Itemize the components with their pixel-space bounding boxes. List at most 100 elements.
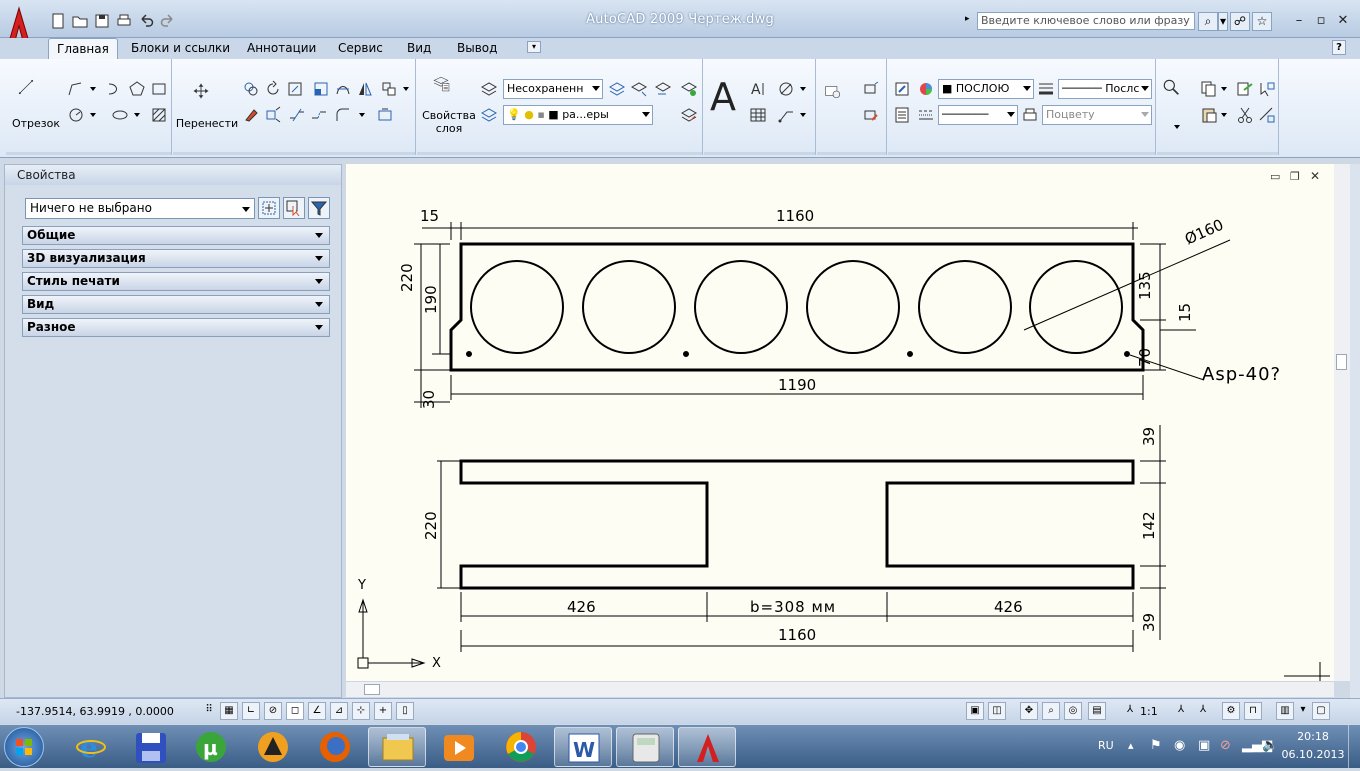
favorites-icon[interactable]: ☆ (1252, 12, 1272, 31)
array-icon[interactable] (379, 79, 399, 99)
select-objects-icon[interactable] (283, 197, 305, 219)
table-icon[interactable] (748, 105, 768, 125)
selection-combo[interactable]: Ничего не выбрано (25, 198, 255, 219)
rectangle-icon[interactable] (149, 79, 169, 99)
ribbon-minimize-icon[interactable]: ▾ (527, 41, 541, 53)
select-similar-icon[interactable] (1257, 79, 1277, 99)
ortho-icon[interactable]: ∟ (242, 702, 260, 720)
rotate-icon[interactable] (263, 79, 283, 99)
join-icon[interactable] (309, 105, 329, 125)
copy-clip-dropdown-icon[interactable] (1221, 87, 1227, 91)
clean-screen-icon[interactable]: ▢ (1312, 702, 1330, 720)
coordinates-readout[interactable]: -137.9514, 63.9919 , 0.0000 (16, 705, 174, 718)
layer-states-icon[interactable] (479, 79, 499, 99)
fillet-icon[interactable] (333, 105, 353, 125)
layer-isolate-icon[interactable] (679, 79, 699, 99)
help-icon[interactable]: ? (1332, 40, 1346, 55)
section-plot-style[interactable]: Стиль печати (22, 272, 330, 291)
stretch-icon[interactable] (311, 79, 331, 99)
section-general[interactable]: Общие (22, 226, 330, 245)
word-taskbar-icon[interactable]: W (554, 727, 612, 767)
showmotion-icon[interactable]: ▤ (1088, 702, 1106, 720)
array-dropdown-icon[interactable] (403, 87, 409, 91)
plot-style-icon[interactable] (1020, 105, 1040, 125)
language-indicator[interactable]: RU (1098, 739, 1114, 752)
vertical-scrollbar[interactable] (1334, 164, 1350, 681)
auto-scale-icon[interactable]: ⅄ (1194, 702, 1212, 720)
properties-palette-title[interactable]: Свойства (5, 165, 341, 185)
list-icon[interactable] (892, 105, 912, 125)
otrack-icon[interactable]: ∠ (308, 702, 326, 720)
measure-icon[interactable] (1257, 105, 1277, 125)
media-player-taskbar-icon[interactable] (430, 727, 488, 767)
toggle-pickadd-icon[interactable] (258, 197, 280, 219)
paste-dropdown-icon[interactable] (1221, 113, 1227, 117)
tab-view[interactable]: Вид (399, 38, 439, 59)
section-view[interactable]: Вид (22, 295, 330, 314)
single-line-text-icon[interactable]: A (748, 79, 768, 99)
horizontal-scrollbar[interactable] (346, 681, 1334, 697)
layer-previous-icon[interactable] (653, 79, 673, 99)
zoom-status-icon[interactable]: ⌕ (1042, 702, 1060, 720)
move-tool-icon[interactable] (191, 81, 221, 113)
zoom-icon[interactable] (1161, 77, 1195, 111)
layer-combo[interactable]: 💡 ● ▪ ■ ра...еры (503, 105, 653, 125)
status-menu-arrow-icon[interactable]: ▾ (1298, 702, 1308, 720)
chrome-taskbar-icon[interactable] (492, 727, 550, 767)
snap-icon[interactable]: ⠿ (200, 702, 218, 720)
dimension-icon[interactable] (776, 79, 796, 99)
aimp-taskbar-icon[interactable] (244, 727, 302, 767)
match-properties-icon[interactable] (892, 79, 912, 99)
layout-icon[interactable]: ◫ (988, 702, 1006, 720)
show-desktop-button[interactable] (1348, 725, 1360, 768)
pan-icon[interactable]: ✥ (1020, 702, 1038, 720)
polyline-icon[interactable] (66, 79, 86, 99)
tray-device-icon[interactable]: ▣ (1198, 738, 1210, 753)
leader-icon[interactable] (776, 105, 796, 125)
search-options-icon[interactable]: ▾ (1218, 12, 1228, 31)
osnap-icon[interactable]: ◻ (286, 702, 304, 720)
volume-icon[interactable]: 🔈 (1262, 738, 1278, 753)
polar-icon[interactable]: ⊘ (264, 702, 282, 720)
network-disabled-icon[interactable]: ⊘ (1220, 738, 1231, 753)
color-wheel-icon[interactable] (916, 79, 936, 99)
erase-icon[interactable] (241, 105, 261, 125)
maximize-button[interactable]: ▫ (1312, 12, 1330, 30)
multiline-text-icon[interactable]: A (710, 75, 736, 119)
linetype-combo[interactable]: ─────── (938, 105, 1018, 125)
workspace-icon[interactable]: ⚙ (1222, 702, 1240, 720)
zoom-dropdown-icon[interactable] (1174, 125, 1180, 129)
clock-time[interactable]: 20:18 (1293, 730, 1333, 743)
quick-select-filter-icon[interactable] (308, 197, 330, 219)
hatch-icon[interactable] (149, 105, 169, 125)
make-current-icon[interactable] (607, 79, 627, 99)
search-icon[interactable]: ⌕ (1198, 12, 1218, 31)
subscription-icon[interactable]: ☍ (1230, 12, 1250, 31)
layer-properties-icon[interactable] (431, 73, 467, 109)
color-combo[interactable]: ■ ПОСЛОЮ (938, 79, 1034, 99)
mirror-icon[interactable] (355, 79, 375, 99)
circle-icon[interactable] (66, 105, 86, 125)
quick-properties-icon[interactable]: ▯ (396, 702, 414, 720)
model-space-icon[interactable]: ▣ (966, 702, 984, 720)
annotation-scale-icon[interactable]: ⅄ (1120, 702, 1140, 720)
start-button[interactable] (4, 727, 44, 767)
copy-icon[interactable] (241, 79, 261, 99)
firefox-taskbar-icon[interactable] (306, 727, 364, 767)
tab-annotate[interactable]: Аннотации (239, 38, 324, 59)
fillet-dropdown-icon[interactable] (359, 113, 365, 117)
ellipse-icon[interactable] (110, 105, 130, 125)
offset-icon[interactable] (375, 105, 395, 125)
ellipse-dropdown-icon[interactable] (134, 113, 140, 117)
cut-icon[interactable] (1235, 105, 1255, 125)
layer-match-icon[interactable] (679, 105, 699, 125)
lineweight-combo[interactable]: ────── Послс (1058, 79, 1152, 99)
lineweight-icon[interactable] (1036, 79, 1056, 99)
break-icon[interactable] (287, 105, 307, 125)
create-block-icon[interactable] (861, 79, 881, 99)
save-app-taskbar-icon[interactable] (122, 727, 180, 767)
plot-style-combo[interactable]: Поцвету (1042, 105, 1152, 125)
section-misc[interactable]: Разное (22, 318, 330, 337)
grid-icon[interactable]: ▦ (220, 702, 238, 720)
tray-expand-icon[interactable]: ▴ (1128, 739, 1134, 752)
